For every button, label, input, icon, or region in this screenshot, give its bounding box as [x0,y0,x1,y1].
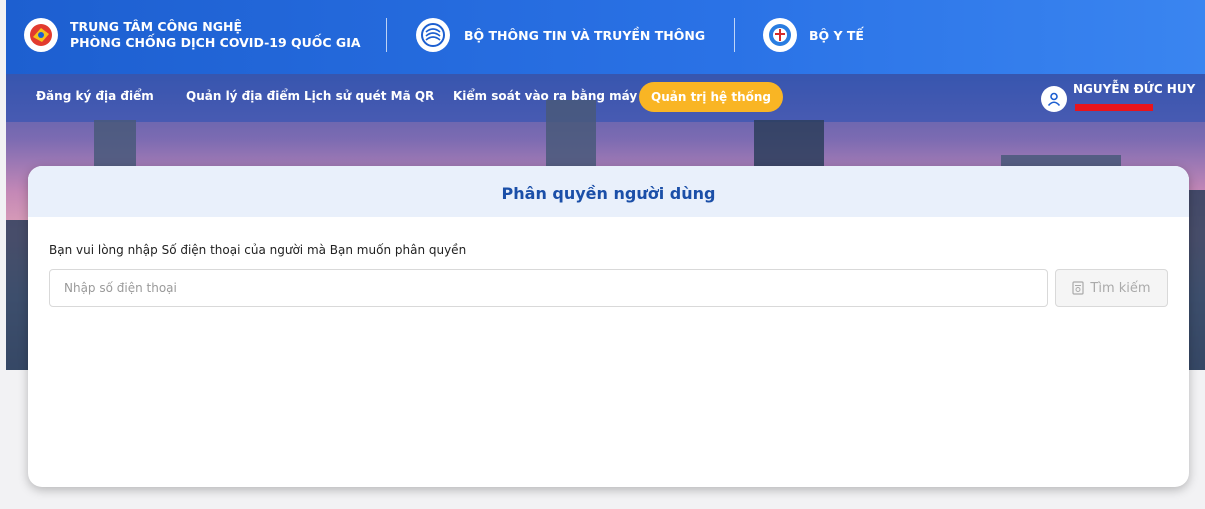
org3-name: BỘ Y TẾ [809,27,864,43]
nav-system-admin[interactable]: Quản trị hệ thống [639,82,784,112]
logo-covid-tech-center[interactable]: TRUNG TÂM CÔNG NGHỆ PHÒNG CHỐNG DỊCH COV… [24,18,361,52]
top-header: TRUNG TÂM CÔNG NGHỆ PHÒNG CHỐNG DỊCH COV… [6,0,1205,74]
covid-center-logo-icon [24,18,58,52]
org2-name: BỘ THÔNG TIN VÀ TRUYỀN THÔNG [464,27,706,43]
search-button-label: Tìm kiếm [1090,280,1151,296]
card-title: Phân quyền người dùng [28,166,1189,217]
phone-input[interactable] [49,269,1048,307]
header-divider [386,18,387,52]
search-button[interactable]: Tìm kiếm [1055,269,1168,307]
search-doc-icon [1072,281,1085,295]
logo-ministry-ic[interactable]: BỘ THÔNG TIN VÀ TRUYỀN THÔNG [416,18,705,52]
permission-card: Phân quyền người dùng Bạn vui lòng nhập … [28,166,1189,487]
header-divider [734,18,735,52]
redacted-info-bar [1075,104,1153,111]
nav-register-location[interactable]: Đăng ký địa điểm [36,89,154,103]
ministry-health-logo-icon [763,18,797,52]
nav-machine-access-control[interactable]: Kiểm soát vào ra bằng máy [453,89,637,103]
user-avatar-icon [1041,86,1067,112]
user-menu[interactable]: NGUYỄN ĐỨC HUY [1041,82,1195,112]
nav-manage-locations[interactable]: Quản lý địa điểm [186,89,300,103]
org1-line1: TRUNG TÂM CÔNG NGHỆ [70,19,242,34]
main-nav: Đăng ký địa điểm Quản lý địa điểm Lịch s… [6,74,1205,122]
ministry-ic-logo-icon [416,18,450,52]
instruction-text: Bạn vui lòng nhập Số điện thoại của ngườ… [49,243,467,257]
nav-qr-scan-history[interactable]: Lịch sử quét Mã QR [304,89,434,103]
org1-line2: PHÒNG CHỐNG DỊCH COVID-19 QUỐC GIA [70,35,361,50]
logo-ministry-health[interactable]: BỘ Y TẾ [763,18,864,52]
